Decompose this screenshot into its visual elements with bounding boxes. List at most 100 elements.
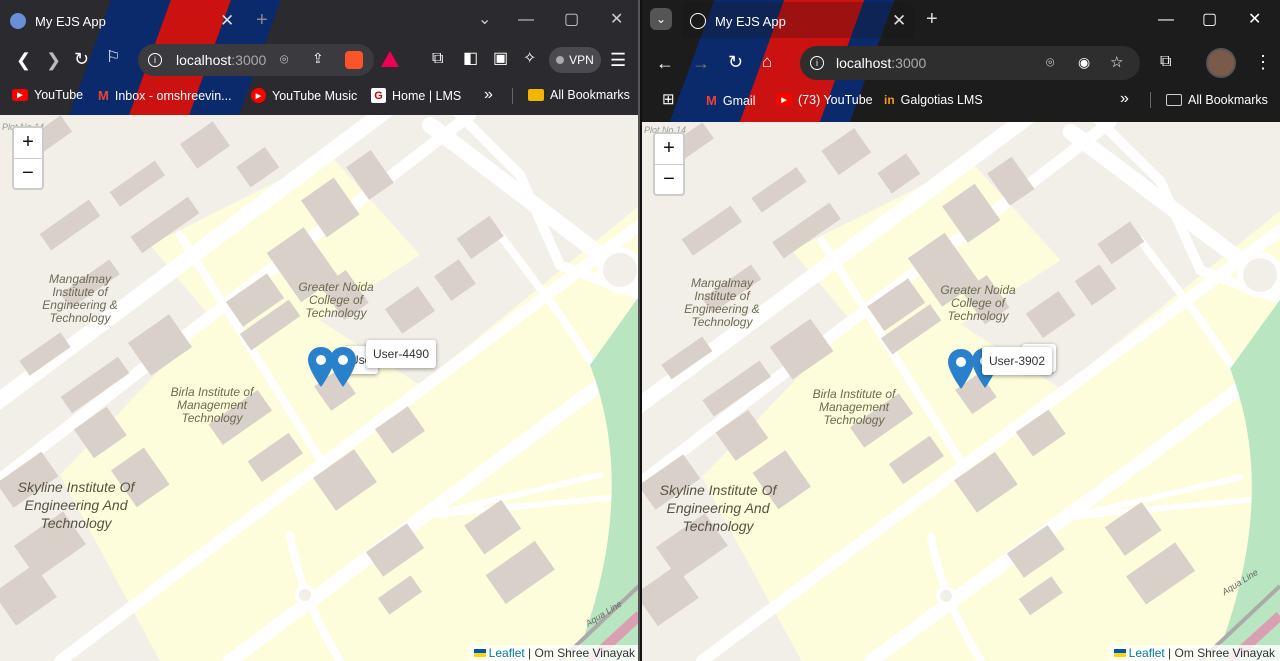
bookmark-galgotias-lms[interactable]: in Galgotias LMS	[884, 93, 983, 107]
more-bookmarks-icon[interactable]: »	[1120, 90, 1129, 108]
menu-icon[interactable]: ☰	[610, 51, 626, 69]
vpn-label: VPN	[569, 53, 594, 67]
location-icon[interactable]: ⌾	[280, 51, 288, 68]
leo-ai-icon[interactable]: ✧	[523, 51, 536, 67]
sidebar-icon[interactable]: ◧	[463, 51, 478, 67]
bookmark-label: YouTube Music	[272, 88, 358, 103]
vpn-status-icon	[556, 56, 565, 64]
extensions-icon[interactable]: ⧉	[432, 51, 443, 67]
leaflet-map[interactable]: Aqua Line Plot No 14 Mangalmay Institute…	[0, 115, 638, 661]
zoom-control: + −	[653, 132, 685, 196]
gmail-icon: M	[706, 93, 717, 108]
wallet-icon[interactable]: ▣	[493, 51, 508, 67]
brave-rewards-icon[interactable]	[381, 51, 399, 67]
tab-search-icon[interactable]: ⌄	[478, 12, 491, 28]
skyline-label: Skyline Institute Of Engineering And Tec…	[17, 479, 135, 531]
apps-icon[interactable]: ⊞	[662, 92, 675, 107]
tab-my-ejs-app[interactable]: My EJS App	[10, 12, 240, 30]
tab-title: My EJS App	[35, 13, 106, 29]
tab-search-icon[interactable]: ⌄	[650, 8, 672, 30]
zoom-control: + −	[12, 126, 44, 190]
bookmark-youtube[interactable]: ▶ (73) YouTube	[776, 93, 873, 107]
reload-icon[interactable]: ↻	[74, 50, 89, 68]
map-attribution: Leaflet | Om Shree Vinayak	[468, 645, 638, 661]
eye-icon[interactable]: ◉	[1078, 54, 1090, 71]
back-icon[interactable]: ❮	[16, 51, 31, 69]
greater-noida-label: Greater Noida College of Technology	[940, 283, 1016, 323]
site-info-icon[interactable]: i	[810, 56, 824, 70]
leaflet-link[interactable]: Leaflet	[1129, 646, 1165, 660]
close-window-button[interactable]: ✕	[610, 12, 623, 28]
star-icon[interactable]: ☆	[1110, 53, 1123, 71]
all-bookmarks-label: All Bookmarks	[1188, 93, 1268, 107]
youtube-icon: ▶	[776, 94, 792, 106]
zoom-out-button[interactable]: −	[655, 164, 683, 194]
bookmark-icon[interactable]: ⚐	[106, 50, 120, 66]
tab-my-ejs-app[interactable]: My EJS App	[690, 12, 890, 30]
extensions-icon[interactable]: ⧉	[1160, 54, 1171, 70]
mangalmay-label: Mangalmay Institute of Engineering & Tec…	[42, 272, 118, 325]
minimize-button[interactable]: —	[1158, 12, 1174, 28]
url-port: :3000	[891, 55, 927, 71]
zoom-in-button[interactable]: +	[655, 134, 683, 164]
bookmark-youtube-music[interactable]: ▶ YouTube Music	[251, 88, 357, 103]
marker-popup: User-4490	[366, 340, 437, 368]
vpn-button[interactable]: VPN	[549, 47, 601, 73]
all-bookmarks[interactable]: All Bookmarks	[1166, 93, 1268, 107]
bookmark-label: (73) YouTube	[798, 93, 873, 107]
browser-chrome: ⌄ My EJS App ✕ + — ▢ ✕ ← → ↻ ⌂ i localho…	[642, 0, 1280, 122]
new-tab-button[interactable]: +	[926, 9, 938, 29]
maximize-button[interactable]: ▢	[1202, 12, 1217, 28]
menu-icon[interactable]: ⋮	[1254, 53, 1272, 71]
minimize-button[interactable]: —	[518, 12, 534, 28]
left-browser-window: My EJS App ✕ + ⌄ — ▢ ✕ ❮ ❯ ↻ ⚐ i localho…	[0, 0, 640, 661]
youtube-icon: ▶	[12, 89, 28, 101]
map-tiles: Aqua Line	[0, 115, 638, 661]
location-marker-icon[interactable]	[948, 349, 974, 389]
zoom-in-button[interactable]: +	[14, 128, 42, 158]
bookmark-divider	[512, 88, 513, 104]
close-tab-icon[interactable]: ✕	[892, 12, 906, 29]
location-icon[interactable]: ⌾	[1046, 54, 1054, 71]
maximize-button[interactable]: ▢	[564, 12, 579, 28]
more-bookmarks-icon[interactable]: »	[484, 86, 493, 104]
forward-icon[interactable]: ❯	[46, 51, 61, 69]
site-info-icon[interactable]: i	[148, 53, 162, 67]
tab-title: My EJS App	[715, 13, 786, 29]
address-bar[interactable]: i localhost :3000 ⌾ ⇪	[138, 44, 374, 76]
lms-icon: G	[371, 88, 386, 103]
close-window-button[interactable]: ✕	[1248, 12, 1261, 28]
all-bookmarks[interactable]: All Bookmarks	[528, 88, 630, 102]
share-icon[interactable]: ⇪	[312, 50, 324, 67]
leaflet-link[interactable]: Leaflet	[489, 646, 525, 660]
skyline-label: Skyline Institute Of Engineering And Tec…	[659, 482, 777, 534]
back-icon[interactable]: ←	[656, 54, 674, 72]
new-tab-button[interactable]: +	[256, 10, 268, 30]
zoom-out-button[interactable]: −	[14, 158, 42, 188]
birla-label: Birla Institute of Management Technology	[812, 387, 896, 427]
bookmark-label: Gmail	[722, 93, 756, 108]
url-host: localhost	[836, 55, 892, 71]
bookmark-home-lms[interactable]: G Home | LMS	[371, 88, 461, 103]
url-port: :3000	[231, 52, 267, 68]
home-icon[interactable]: ⌂	[762, 53, 772, 70]
forward-icon[interactable]: →	[692, 54, 710, 72]
bookmark-divider	[1150, 92, 1151, 108]
reload-icon[interactable]: ↻	[728, 53, 743, 71]
bookmark-gmail-inbox[interactable]: M Inbox - omshreevin...	[98, 88, 232, 103]
globe-icon	[10, 13, 26, 29]
bookmark-label: Inbox - omshreevin...	[114, 88, 232, 103]
location-marker-icon[interactable]	[308, 347, 334, 387]
leaflet-map[interactable]: Plot No 14 Mangalmay Institute of Engine…	[642, 122, 1280, 661]
address-bar[interactable]: i localhost :3000 ⌾ ◉ ☆	[800, 46, 1140, 80]
bookmark-gmail[interactable]: M Gmail	[706, 93, 756, 108]
url-host: localhost	[176, 52, 232, 68]
mangalmay-label: Mangalmay Institute of Engineering & Tec…	[684, 276, 760, 329]
avatar[interactable]	[1206, 48, 1236, 78]
close-tab-icon[interactable]: ✕	[220, 12, 234, 29]
marker-popup: User-3902	[982, 347, 1053, 375]
ukraine-flag-icon	[473, 649, 486, 657]
brave-shields-icon[interactable]	[345, 51, 363, 69]
map-tiles	[642, 122, 1280, 661]
bookmark-youtube[interactable]: ▶ YouTube	[12, 88, 83, 102]
